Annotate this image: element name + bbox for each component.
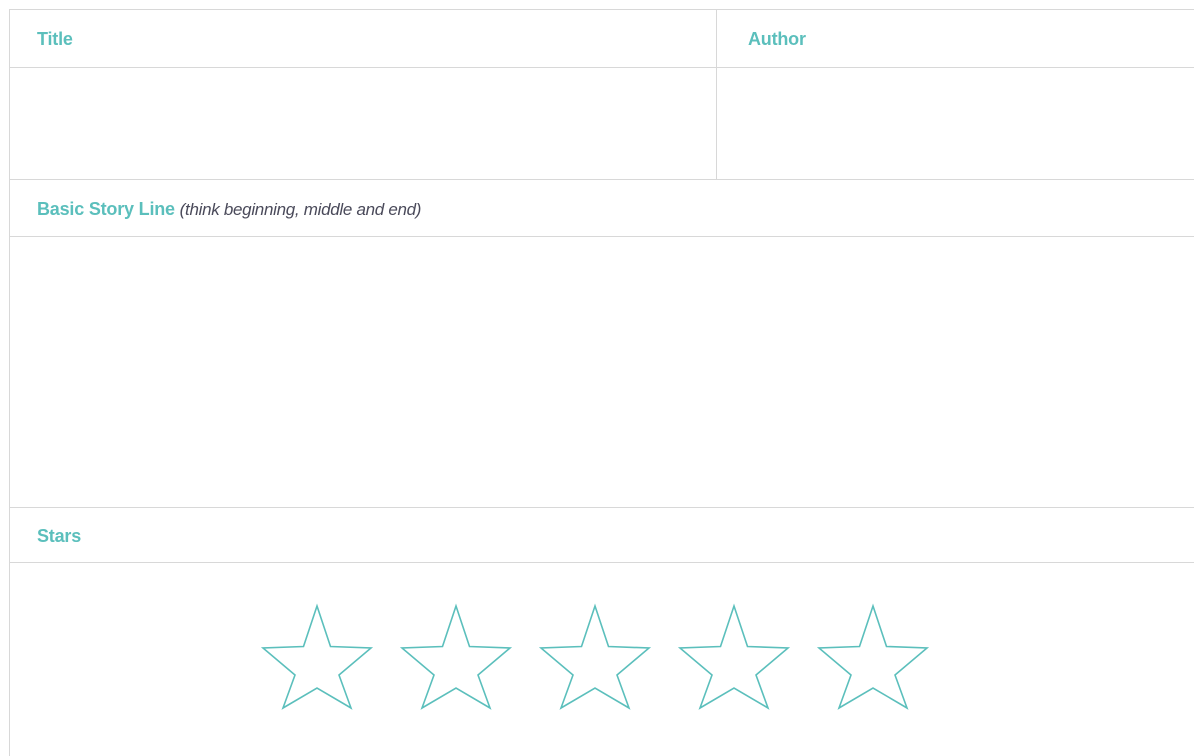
author-field[interactable] [717, 68, 1194, 179]
story-field[interactable] [10, 237, 1194, 508]
story-header-row: Basic Story Line (think beginning, middl… [10, 180, 1194, 237]
title-author-input-row [10, 68, 1194, 180]
star-icon[interactable] [814, 596, 932, 714]
title-field[interactable] [10, 68, 716, 179]
star-rating [258, 596, 938, 746]
story-label: Basic Story Line (think beginning, middl… [37, 199, 421, 220]
author-label: Author [748, 29, 806, 49]
star-icon[interactable] [397, 596, 515, 714]
stars-header-row: Stars [10, 508, 1194, 563]
story-label-text: Basic Story Line [37, 199, 175, 219]
star-icon[interactable] [675, 596, 793, 714]
star-icon[interactable] [536, 596, 654, 714]
story-hint: (think beginning, middle and end) [179, 200, 422, 219]
title-label: Title [37, 29, 73, 49]
star-icon[interactable] [258, 596, 376, 714]
header-row: Title Author [10, 10, 1194, 68]
stars-label: Stars [37, 526, 82, 546]
